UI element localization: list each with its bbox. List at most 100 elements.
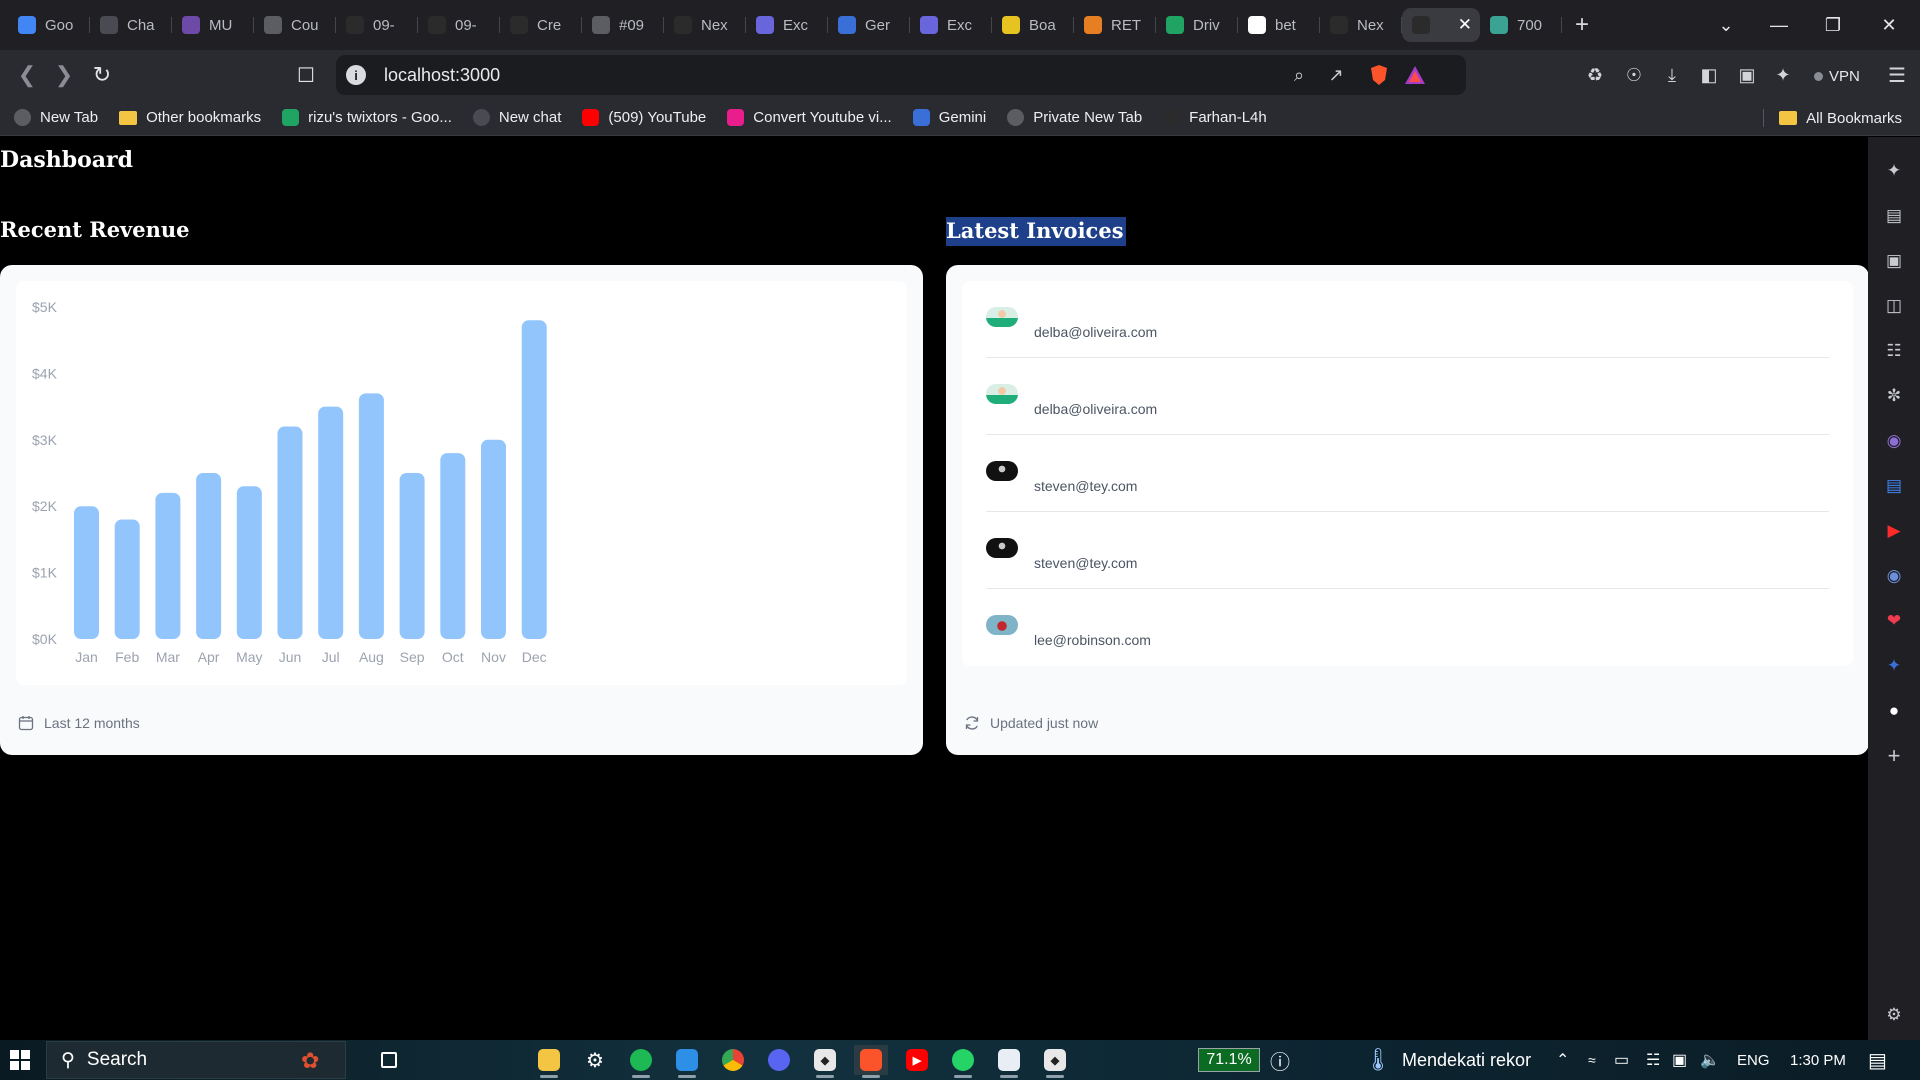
tab[interactable]: RET [1074, 8, 1156, 42]
wallet-icon[interactable]: ▣ [1730, 50, 1764, 100]
camera-icon[interactable]: ▣ [1672, 1040, 1687, 1080]
invoice-row[interactable]: delba@oliveira.com [986, 358, 1829, 435]
tab[interactable]: Ger [828, 8, 910, 42]
tab[interactable]: MU [172, 8, 254, 42]
tab[interactable]: Driv [1156, 8, 1238, 42]
invoice-row[interactable]: steven@tey.com [986, 435, 1829, 512]
unity-alt-icon[interactable]: ◆ [1038, 1045, 1072, 1078]
settings-app-icon[interactable]: ⚙ [578, 1045, 612, 1075]
notifications-icon[interactable]: ▤ [1868, 1040, 1887, 1080]
docs-panel-icon[interactable]: ▤ [1882, 474, 1906, 498]
bookmark-item[interactable]: Gemini [912, 109, 986, 126]
tab[interactable]: 09- [336, 8, 418, 42]
file-explorer-icon[interactable] [532, 1045, 566, 1078]
bookmark-item[interactable]: rizu's twixtors - Goo... [282, 109, 452, 126]
github-panel-icon[interactable]: ● [1882, 699, 1906, 723]
clock-label[interactable]: 1:30 PM [1790, 1040, 1846, 1080]
bookmark-item[interactable]: New chat [472, 109, 561, 126]
volume-icon[interactable]: 🔈 [1700, 1040, 1720, 1080]
input-method-icon[interactable]: ≈ [1588, 1040, 1596, 1080]
weather-label[interactable]: Mendekati rekor [1402, 1040, 1531, 1080]
bookmark-item[interactable]: New Tab [14, 109, 98, 126]
youtube-app-icon[interactable]: ▶ [900, 1045, 934, 1075]
tab[interactable]: Goo [8, 8, 90, 42]
url-text[interactable]: localhost:3000 [384, 65, 500, 86]
brave-shields-icon[interactable] [1364, 55, 1394, 95]
tray-chevron-icon[interactable]: ⌃ [1556, 1040, 1569, 1080]
crest-panel-icon[interactable]: ◉ [1882, 429, 1906, 453]
tab-active[interactable]: ✕ [1402, 8, 1480, 42]
tab[interactable]: Cre [500, 8, 582, 42]
bookmark-item[interactable]: Convert Youtube vi... [727, 109, 892, 126]
reading-list-icon[interactable]: ☷ [1882, 339, 1906, 363]
leo-icon[interactable]: ☉ [1617, 50, 1651, 100]
settings-icon[interactable]: ⚙ [1882, 1003, 1906, 1027]
extensions-icon[interactable]: ♻ [1578, 50, 1612, 100]
bookmark-item[interactable]: Farhan-L4h [1163, 109, 1267, 126]
crest-alt-panel-icon[interactable]: ◉ [1882, 564, 1906, 588]
share-icon[interactable]: ↗ [1321, 55, 1351, 95]
tab[interactable]: bet [1238, 8, 1320, 42]
bookmark-icon[interactable]: ☐ [289, 50, 323, 100]
zoom-icon[interactable]: ⌕ [1284, 55, 1314, 95]
tab[interactable]: Nex [1320, 8, 1402, 42]
vpn-button[interactable]: VPN [1806, 64, 1868, 88]
bookmark-item[interactable]: (509) YouTube [582, 109, 706, 126]
wifi-icon[interactable]: ☵ [1646, 1040, 1660, 1080]
bookmark-item[interactable]: Other bookmarks [119, 109, 261, 126]
menu-icon[interactable]: ☰ [1880, 50, 1914, 100]
taskbar-search[interactable]: ⚲ Search ✿ [46, 1041, 346, 1079]
add-panel-icon[interactable]: + [1882, 743, 1906, 768]
tab[interactable]: Cha [90, 8, 172, 42]
openai-panel-icon[interactable]: ✼ [1882, 384, 1906, 408]
download-icon[interactable]: ⤓ [1655, 50, 1689, 100]
tab[interactable]: Boa [992, 8, 1074, 42]
tab[interactable]: Nex [664, 8, 746, 42]
notepad-icon[interactable] [992, 1045, 1026, 1078]
help-icon[interactable]: ⓘ [1270, 1040, 1290, 1080]
close-window-button[interactable]: ✕ [1864, 0, 1914, 50]
tab[interactable]: #09 [582, 8, 664, 42]
brave-icon[interactable] [854, 1045, 888, 1078]
invoice-row[interactable]: lee@robinson.com [986, 589, 1829, 666]
chrome-icon[interactable] [716, 1045, 750, 1075]
tab[interactable]: 700 [1480, 8, 1562, 42]
unity-icon[interactable]: ◆ [808, 1045, 842, 1078]
bookmarks-panel-icon[interactable]: ◫ [1882, 294, 1906, 318]
back-button[interactable]: ❮ [10, 50, 44, 100]
heart-panel-icon[interactable]: ❤ [1882, 609, 1906, 633]
ai-chat-icon[interactable]: ✦ [1882, 159, 1906, 183]
language-label[interactable]: ENG [1737, 1040, 1770, 1080]
sidebar-toggle-icon[interactable]: ◧ [1692, 50, 1726, 100]
windows-start-icon[interactable] [10, 1050, 30, 1070]
tab[interactable]: 09- [418, 8, 500, 42]
address-bar[interactable]: i localhost:3000 ⌕ ↗ [336, 55, 1466, 95]
discord-icon[interactable] [762, 1045, 796, 1075]
wallet-panel-icon[interactable]: ▤ [1882, 204, 1906, 228]
ai-sparkle-icon[interactable]: ✦ [1766, 50, 1800, 100]
battery-percentage[interactable]: 71.1% [1198, 1048, 1260, 1072]
spotify-icon[interactable] [624, 1045, 658, 1078]
new-tab-button[interactable]: + [1562, 11, 1602, 39]
invoice-row[interactable]: delba@oliveira.com [986, 281, 1829, 358]
vscode-icon[interactable] [670, 1045, 704, 1078]
minimize-button[interactable]: — [1756, 0, 1802, 50]
gemini-panel-icon[interactable]: ✦ [1882, 654, 1906, 678]
all-bookmarks[interactable]: All Bookmarks [1779, 100, 1902, 136]
tab[interactable]: Cou [254, 8, 336, 42]
site-info-icon[interactable]: i [346, 65, 366, 85]
restore-button[interactable]: ❐ [1810, 0, 1856, 50]
task-view-icon[interactable] [372, 1045, 406, 1075]
wallet-card-icon[interactable]: ▣ [1882, 249, 1906, 273]
battery-icon[interactable]: ▭ [1614, 1040, 1629, 1080]
tab[interactable]: Exc [910, 8, 992, 42]
reload-button[interactable]: ↻ [85, 50, 119, 100]
youtube-panel-icon[interactable]: ▶ [1882, 519, 1906, 543]
whatsapp-icon[interactable] [946, 1045, 980, 1078]
tab-close-icon[interactable]: ✕ [1458, 15, 1472, 35]
brave-rewards-icon[interactable] [1400, 55, 1430, 95]
tab-search-chevron-icon[interactable]: ⌄ [1706, 0, 1746, 50]
invoice-row[interactable]: steven@tey.com [986, 512, 1829, 589]
tab[interactable]: Exc [746, 8, 828, 42]
forward-button[interactable]: ❯ [47, 50, 81, 100]
